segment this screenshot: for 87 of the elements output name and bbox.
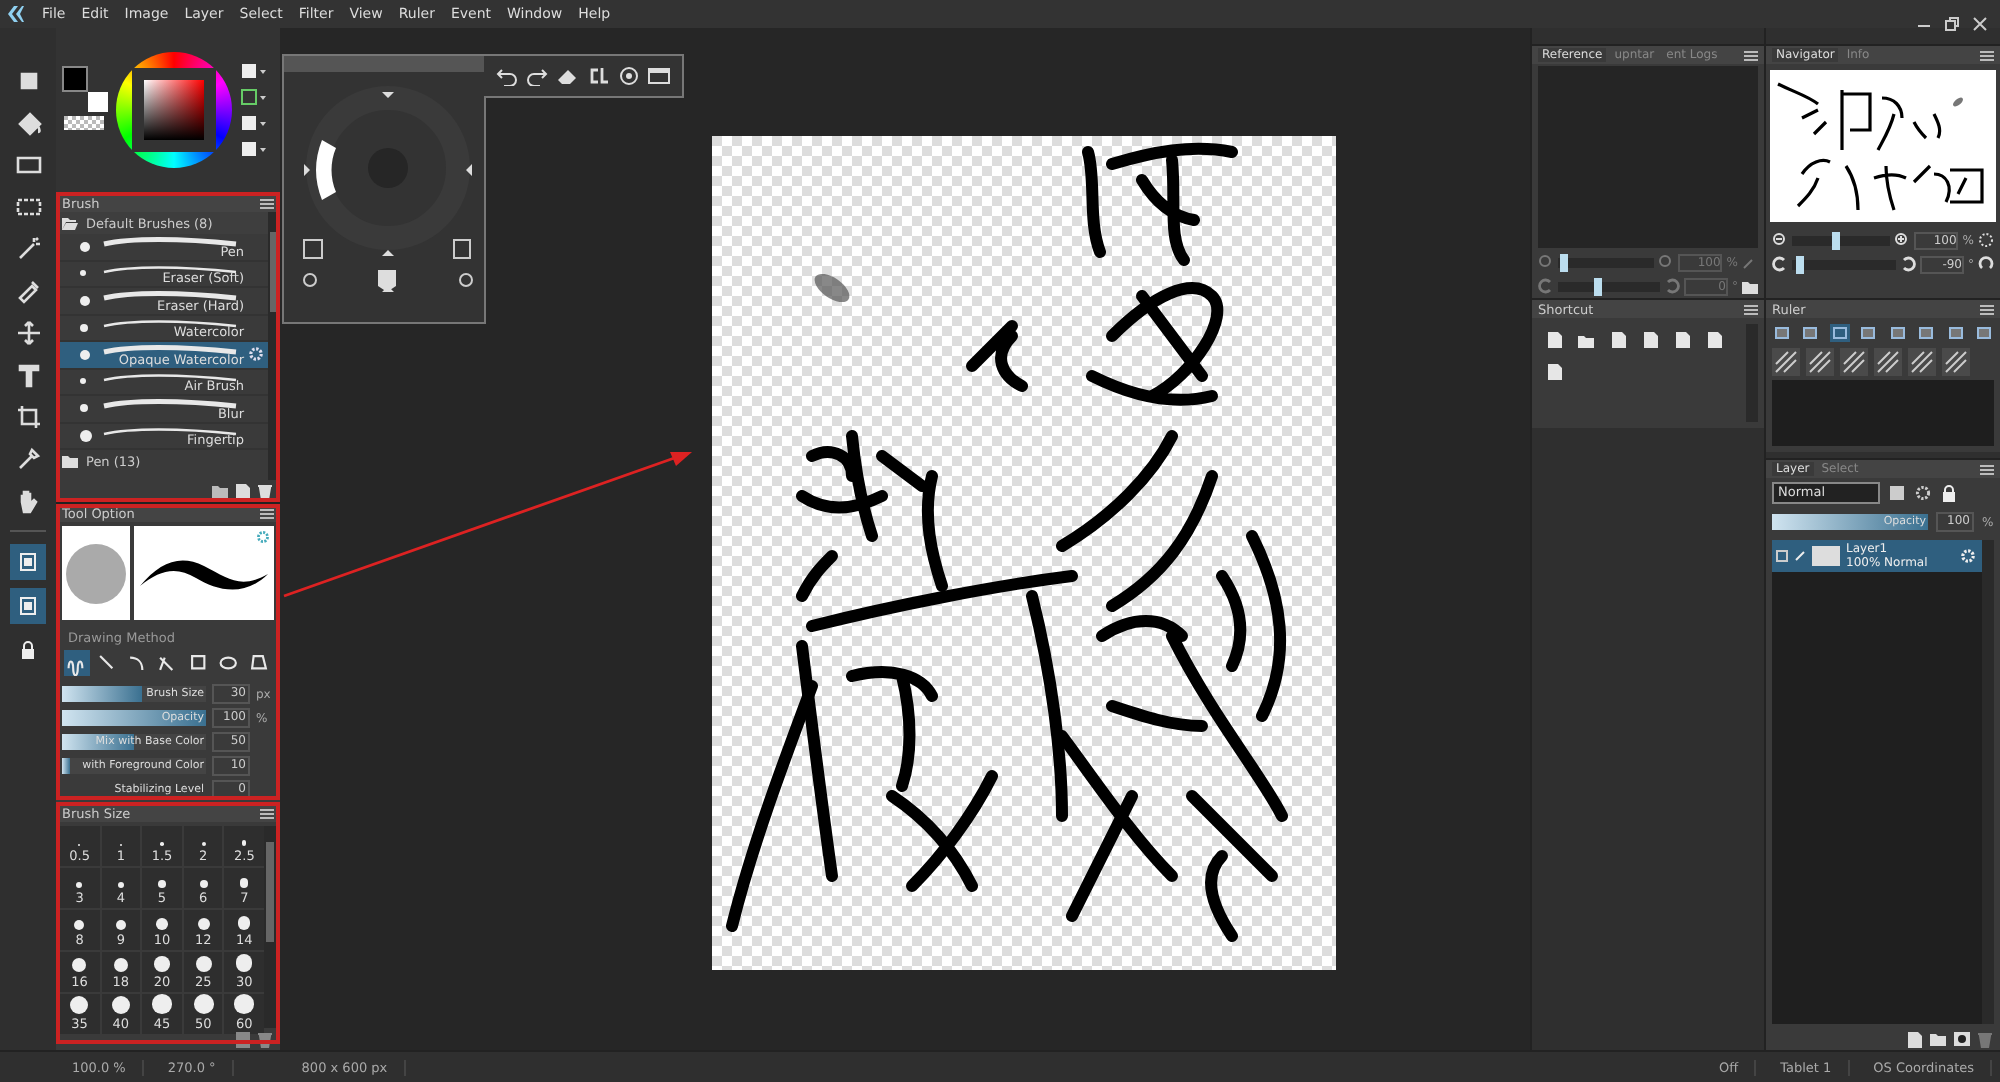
curve-icon[interactable] [64, 650, 90, 676]
brush-stroke-preview [100, 317, 240, 329]
ruler-tool-icon[interactable] [1916, 324, 1937, 342]
ruler-tool-icon[interactable] [1945, 324, 1966, 342]
brush-stroke-preview [100, 290, 240, 302]
brush-dot-icon [80, 241, 90, 252]
brush-dot-icon [80, 378, 86, 385]
ruler-type-icon[interactable] [1908, 348, 1936, 376]
trash-icon[interactable] [258, 1031, 272, 1047]
lock-icon [18, 640, 38, 660]
ruler-type-icon[interactable] [1772, 348, 1800, 376]
page-icon [18, 596, 38, 616]
color-mode-icon[interactable] [240, 60, 268, 82]
app-logo-icon [6, 4, 26, 24]
brush-stroke-preview [100, 425, 240, 437]
menu-icon[interactable] [1744, 49, 1758, 61]
foreground-color-swatch[interactable] [62, 66, 88, 92]
menu-icon[interactable] [1744, 303, 1758, 315]
ruler-tool-icon[interactable] [1858, 324, 1879, 342]
pen-icon[interactable] [1794, 550, 1806, 562]
folder-icon[interactable] [212, 484, 228, 498]
ruler-tool-icon[interactable] [1800, 324, 1821, 342]
mask-icon[interactable] [1954, 1032, 1970, 1046]
brush-stroke-preview [100, 263, 240, 275]
menu-icon[interactable] [1980, 463, 1994, 475]
color-mode-icon[interactable] [240, 86, 268, 108]
settings-icon[interactable] [256, 530, 270, 544]
menu-icon[interactable] [1980, 49, 1994, 61]
brush-stroke-preview [100, 344, 240, 356]
clear-icon[interactable] [587, 66, 610, 86]
folder-icon [62, 454, 78, 468]
ruler-tool-icon[interactable] [1772, 324, 1792, 342]
folder-icon[interactable] [1742, 279, 1758, 293]
layer-options-icon[interactable] [1888, 484, 1906, 502]
scrollbar[interactable] [1982, 540, 1994, 1024]
scrollbar[interactable] [264, 826, 276, 1028]
brush-dot-icon [80, 323, 88, 332]
brush-dot-icon [80, 349, 90, 360]
color-square[interactable] [144, 80, 204, 140]
brush-tip-circle [66, 543, 126, 603]
lock-icon[interactable] [1940, 484, 1958, 502]
brush-stroke-preview [100, 236, 240, 248]
background-color-swatch[interactable] [88, 92, 108, 112]
brush-dot-icon [80, 429, 92, 442]
ruler-type-icon[interactable] [1942, 348, 1970, 376]
layer-toggle-button[interactable] [10, 544, 46, 580]
gear-icon[interactable] [1914, 484, 1932, 502]
undo-icon[interactable] [496, 66, 519, 86]
new-page-icon[interactable] [1908, 1031, 1922, 1047]
fit-icon[interactable] [1978, 232, 1994, 248]
zoom-slider[interactable] [1558, 257, 1655, 267]
folder-icon[interactable] [1930, 1032, 1946, 1046]
brush-dot-icon [80, 295, 90, 306]
menu-icon[interactable] [260, 197, 274, 209]
color-mode-icon[interactable] [240, 138, 268, 160]
restore-icon[interactable] [1944, 16, 1960, 32]
layer-thumbnail [1812, 546, 1840, 566]
new-page-icon[interactable] [236, 483, 250, 499]
brush-dot-icon [80, 404, 88, 413]
flip-icon[interactable] [1978, 256, 1994, 272]
eraser-icon[interactable] [556, 66, 579, 86]
brush-stroke-preview [100, 371, 240, 383]
open-folder-icon [62, 216, 78, 230]
brush-dot-icon [80, 270, 86, 277]
rotation-slider[interactable] [1558, 281, 1660, 291]
ruler-type-icon[interactable] [1806, 348, 1834, 376]
ruler-tool-icon[interactable] [1973, 324, 1994, 342]
close-icon[interactable] [1972, 16, 1988, 32]
transparent-swatch[interactable] [64, 116, 104, 130]
visibility-icon[interactable] [1776, 550, 1788, 562]
ruler-tool-icon[interactable] [1829, 324, 1850, 342]
menu-icon[interactable] [260, 507, 274, 519]
ruler-tool-icon[interactable] [1887, 324, 1908, 342]
window-icon[interactable] [647, 66, 670, 86]
ruler-type-icon[interactable] [1874, 348, 1902, 376]
target-icon[interactable] [617, 66, 640, 86]
rotation-slider[interactable] [1792, 259, 1896, 269]
redo-icon[interactable] [526, 66, 549, 86]
layer-toggle-button[interactable] [10, 588, 46, 624]
menu-icon[interactable] [260, 807, 274, 819]
page-icon [18, 552, 38, 572]
brush-stroke-preview [100, 398, 240, 410]
menu-icon[interactable] [1980, 303, 1994, 315]
handwriting-canvas[interactable] [711, 136, 1335, 970]
ruler-type-icon[interactable] [1840, 348, 1868, 376]
zoom-slider[interactable] [1792, 235, 1891, 245]
color-mode-icon[interactable] [240, 112, 268, 134]
